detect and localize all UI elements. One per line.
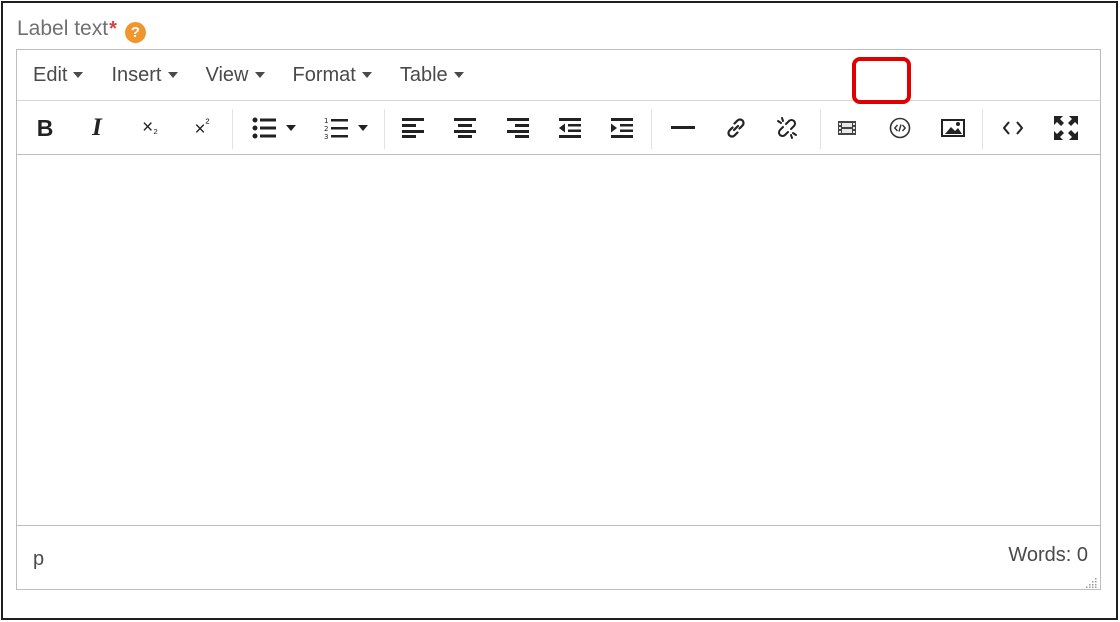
editor-content-area[interactable] xyxy=(17,156,1100,525)
editor-statusbar: p Words: 0 xyxy=(17,525,1100,590)
numbered-list-icon: 1 2 3 xyxy=(324,117,348,140)
align-center-button[interactable] xyxy=(449,101,481,155)
toolbar-separator xyxy=(820,109,821,149)
required-mark: * xyxy=(109,17,117,40)
rich-text-editor: Edit Insert View Format Table B I ×₂ ×² … xyxy=(16,49,1101,590)
subscript-x: × xyxy=(142,117,154,138)
field-label-text: Label text xyxy=(17,17,109,40)
menu-insert[interactable]: Insert xyxy=(111,63,178,87)
word-count: Words: 0 xyxy=(1008,544,1088,566)
align-center-icon xyxy=(454,118,476,138)
subscript-button[interactable]: ×₂ xyxy=(135,101,165,155)
caret-down-icon xyxy=(254,72,265,78)
field-label: Label text * ? xyxy=(17,14,146,44)
menu-edit[interactable]: Edit xyxy=(33,63,84,87)
editor-toolbar: B I ×₂ ×² 1 2 3 xyxy=(17,101,1100,155)
media-button[interactable] xyxy=(832,101,862,155)
help-icon[interactable]: ? xyxy=(124,21,146,43)
bullet-list-icon xyxy=(252,117,276,139)
film-icon xyxy=(838,121,856,135)
horizontal-rule-button[interactable] xyxy=(667,101,699,155)
italic-icon: I xyxy=(92,114,102,141)
indent-icon xyxy=(611,118,633,138)
image-icon xyxy=(941,119,965,137)
superscript-x: × xyxy=(194,118,206,140)
caret-down-icon xyxy=(73,72,84,78)
superscript-mark: ² xyxy=(205,115,210,130)
toolbar-separator xyxy=(384,109,385,149)
fullscreen-button[interactable] xyxy=(1049,101,1083,155)
editor-menubar: Edit Insert View Format Table xyxy=(17,50,1100,101)
menu-table-label: Table xyxy=(399,63,448,86)
indent-button[interactable] xyxy=(606,101,638,155)
align-left-icon xyxy=(402,118,424,138)
unlink-icon xyxy=(777,117,797,139)
bold-icon: B xyxy=(36,114,54,141)
svg-text:1: 1 xyxy=(324,117,328,125)
link-icon xyxy=(727,118,745,138)
align-right-icon xyxy=(507,118,529,138)
italic-button[interactable]: I xyxy=(83,101,111,155)
bold-button[interactable]: B xyxy=(31,101,59,155)
menu-edit-label: Edit xyxy=(33,63,68,86)
align-left-button[interactable] xyxy=(397,101,429,155)
fullscreen-icon xyxy=(1054,116,1078,140)
align-right-button[interactable] xyxy=(502,101,534,155)
toolbar-separator xyxy=(982,109,983,149)
numbered-list-button[interactable]: 1 2 3 xyxy=(317,101,375,155)
menu-view[interactable]: View xyxy=(206,64,265,87)
caret-down-icon xyxy=(453,72,464,78)
toolbar-separator xyxy=(651,109,652,149)
svg-text:3: 3 xyxy=(324,133,328,140)
outdent-icon xyxy=(559,118,581,138)
caret-down-icon xyxy=(358,125,368,131)
subscript-icon: ×₂ xyxy=(142,117,158,139)
superscript-icon: ×² xyxy=(194,116,209,141)
caret-down-icon xyxy=(167,72,178,78)
media-embed-button[interactable] xyxy=(884,101,916,155)
unlink-button[interactable] xyxy=(771,101,803,155)
caret-down-icon xyxy=(286,125,296,131)
menu-view-label: View xyxy=(205,63,249,86)
menu-format[interactable]: Format xyxy=(293,64,372,87)
menu-format-label: Format xyxy=(292,63,356,86)
svg-text:2: 2 xyxy=(324,125,328,133)
image-button[interactable] xyxy=(937,101,969,155)
subscript-mark: ₂ xyxy=(153,122,158,136)
bullet-list-button[interactable] xyxy=(245,101,303,155)
embed-code-icon xyxy=(889,117,911,139)
source-code-icon xyxy=(1003,121,1023,135)
menu-insert-label: Insert xyxy=(111,63,162,86)
link-button[interactable] xyxy=(720,101,752,155)
source-code-button[interactable] xyxy=(997,101,1029,155)
toolbar-separator xyxy=(232,109,233,149)
resize-handle-icon[interactable] xyxy=(1085,576,1097,588)
horizontal-rule-icon xyxy=(671,126,695,129)
outdent-button[interactable] xyxy=(554,101,586,155)
caret-down-icon xyxy=(361,72,372,78)
element-path[interactable]: p xyxy=(33,548,44,571)
superscript-button[interactable]: ×² xyxy=(187,101,217,155)
menu-table[interactable]: Table xyxy=(400,64,464,87)
